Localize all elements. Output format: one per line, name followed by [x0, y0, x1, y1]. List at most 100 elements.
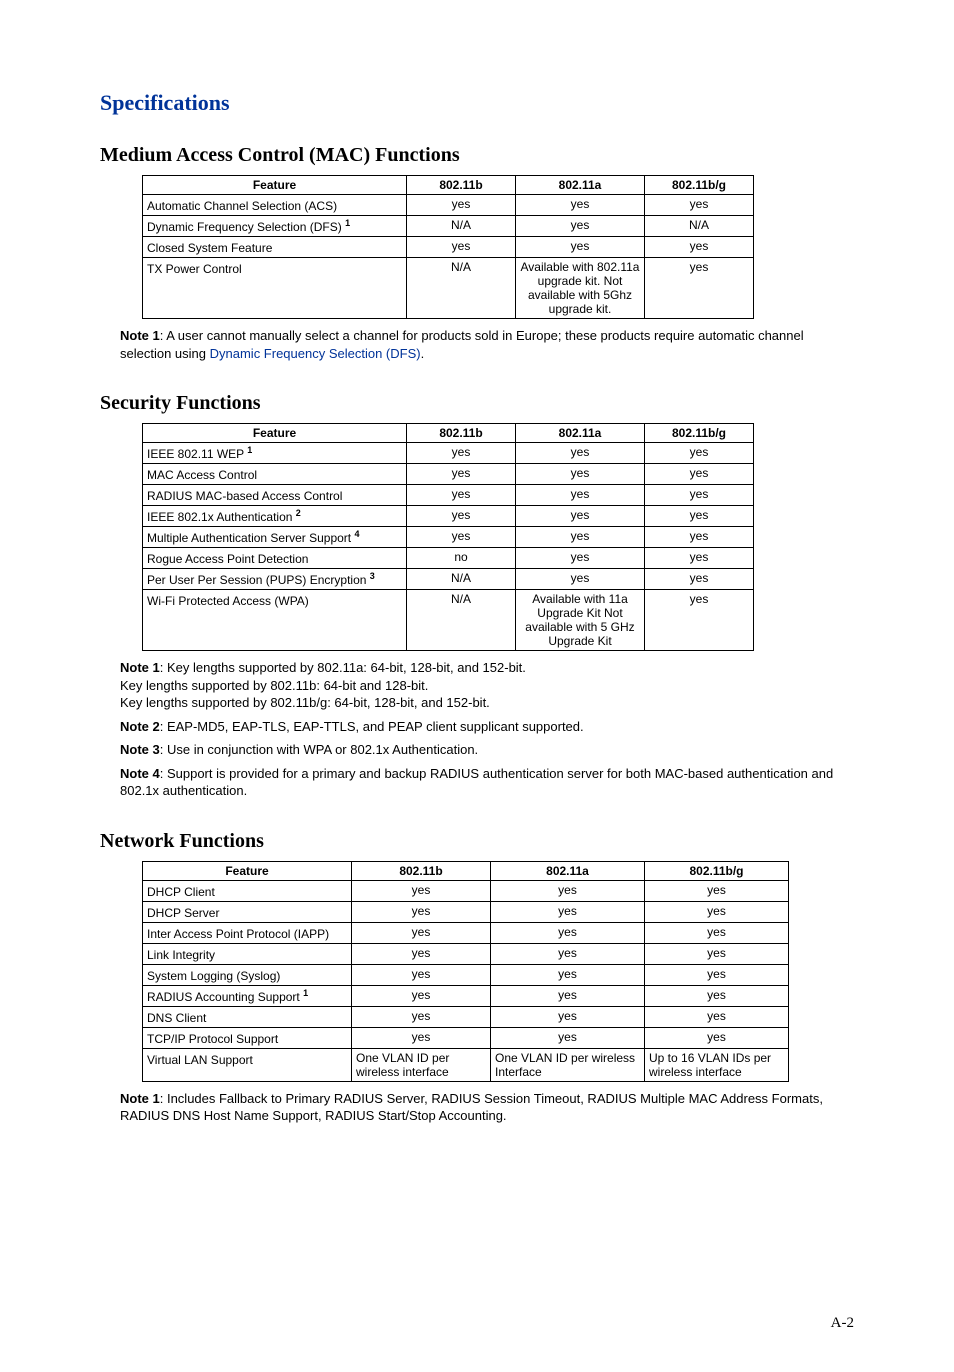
feature-text: Multiple Authentication Server Support — [147, 531, 354, 545]
cell: yes — [491, 943, 645, 964]
feature-text: RADIUS Accounting Support — [147, 990, 303, 1004]
cell: yes — [645, 943, 789, 964]
cell: yes — [516, 569, 645, 590]
cell: yes — [407, 506, 516, 527]
cell: yes — [407, 464, 516, 485]
feature-text: Automatic Channel Selection (ACS) — [147, 199, 337, 213]
table-header-row: Feature 802.11b 802.11a 802.11b/g — [143, 861, 789, 880]
page-number: A-2 — [100, 1315, 854, 1332]
table-row: Per User Per Session (PUPS) Encryption 3… — [143, 569, 754, 590]
note-4-security: Note 4: Support is provided for a primar… — [120, 765, 854, 800]
col-80211a: 802.11a — [491, 861, 645, 880]
cell: yes — [491, 922, 645, 943]
col-feature: Feature — [143, 424, 407, 443]
table-row: Wi-Fi Protected Access (WPA)N/AAvailable… — [143, 590, 754, 651]
note-text: : Key lengths supported by 802.11a: 64-b… — [160, 660, 526, 675]
cell: yes — [407, 237, 516, 258]
cell: N/A — [407, 590, 516, 651]
col-80211b: 802.11b — [407, 176, 516, 195]
cell: yes — [491, 901, 645, 922]
cell: yes — [645, 880, 789, 901]
note-1-network: Note 1: Includes Fallback to Primary RAD… — [120, 1090, 854, 1125]
col-feature: Feature — [143, 861, 352, 880]
feature-text: Per User Per Session (PUPS) Encryption — [147, 573, 370, 587]
feature-text: DNS Client — [147, 1011, 206, 1025]
table-row: DNS Clientyesyesyes — [143, 1006, 789, 1027]
feature-text: Virtual LAN Support — [147, 1053, 253, 1067]
cell: yes — [645, 506, 754, 527]
table-security-functions: Feature 802.11b 802.11a 802.11b/g IEEE 8… — [142, 423, 754, 651]
cell: yes — [645, 1006, 789, 1027]
cell: One VLAN ID per wireless interface — [352, 1048, 491, 1081]
col-80211bg: 802.11b/g — [645, 861, 789, 880]
cell: yes — [516, 464, 645, 485]
cell: yes — [645, 237, 754, 258]
feature-text: Inter Access Point Protocol (IAPP) — [147, 927, 329, 941]
cell: yes — [645, 548, 754, 569]
table-mac-functions: Feature 802.11b 802.11a 802.11b/g Automa… — [142, 175, 754, 319]
feature-text: IEEE 802.1x Authentication — [147, 510, 296, 524]
cell: yes — [645, 964, 789, 985]
table-row: Rogue Access Point Detectionnoyesyes — [143, 548, 754, 569]
table-row: System Logging (Syslog)yesyesyes — [143, 964, 789, 985]
note-text: : Use in conjunction with WPA or 802.1x … — [160, 742, 478, 757]
cell: yes — [407, 485, 516, 506]
note-label: Note 4 — [120, 766, 160, 781]
note-text: Key lengths supported by 802.11b: 64-bit… — [120, 678, 428, 693]
feature-text: DHCP Server — [147, 906, 219, 920]
cell: yes — [645, 985, 789, 1006]
table-row: Multiple Authentication Server Support 4… — [143, 527, 754, 548]
cell: yes — [516, 195, 645, 216]
col-80211b: 802.11b — [407, 424, 516, 443]
note-1-security: Note 1: Key lengths supported by 802.11a… — [120, 659, 854, 712]
note-label: Note 1 — [120, 660, 160, 675]
note-text: : Includes Fallback to Primary RADIUS Se… — [120, 1091, 823, 1124]
footnote-ref: 1 — [303, 988, 308, 998]
table-row: Dynamic Frequency Selection (DFS) 1 N/A … — [143, 216, 754, 237]
cell: yes — [352, 943, 491, 964]
cell: yes — [645, 464, 754, 485]
table-row: Automatic Channel Selection (ACS) yes ye… — [143, 195, 754, 216]
feature-text: MAC Access Control — [147, 468, 257, 482]
feature-text: Wi-Fi Protected Access (WPA) — [147, 594, 309, 608]
cell: yes — [645, 258, 754, 319]
cell: yes — [352, 922, 491, 943]
footnote-ref: 3 — [370, 571, 375, 581]
cell: N/A — [407, 216, 516, 237]
cell: yes — [491, 985, 645, 1006]
cell: yes — [516, 443, 645, 464]
cell: yes — [407, 527, 516, 548]
table-row: TX Power Control N/A Available with 802.… — [143, 258, 754, 319]
cell: yes — [516, 216, 645, 237]
cell: yes — [645, 1027, 789, 1048]
section-heading: Specifications — [100, 90, 854, 116]
cell: N/A — [407, 258, 516, 319]
table-row: DHCP Serveryesyesyes — [143, 901, 789, 922]
cell: yes — [516, 527, 645, 548]
note-1-mac: Note 1: A user cannot manually select a … — [120, 327, 854, 362]
cell: yes — [407, 443, 516, 464]
cell: yes — [491, 1006, 645, 1027]
cell: yes — [516, 485, 645, 506]
footnote-ref: 4 — [354, 529, 359, 539]
table-row: RADIUS Accounting Support 1yesyesyes — [143, 985, 789, 1006]
note-text: Key lengths supported by 802.11b/g: 64-b… — [120, 695, 490, 710]
note-text: : EAP-MD5, EAP-TLS, EAP-TTLS, and PEAP c… — [160, 719, 584, 734]
footnote-ref: 2 — [296, 508, 301, 518]
dfs-link[interactable]: Dynamic Frequency Selection (DFS) — [210, 346, 421, 361]
note-label: Note 1 — [120, 328, 160, 343]
feature-text: Dynamic Frequency Selection (DFS) — [147, 220, 345, 234]
table-row: MAC Access Controlyesyesyes — [143, 464, 754, 485]
footnote-ref: 1 — [247, 445, 252, 455]
note-text: : Support is provided for a primary and … — [120, 766, 833, 799]
cell: yes — [645, 443, 754, 464]
feature-text: RADIUS MAC-based Access Control — [147, 489, 342, 503]
table-row: Inter Access Point Protocol (IAPP) yesyes… — [143, 922, 789, 943]
note-label: Note 1 — [120, 1091, 160, 1106]
table-row: Link Integrityyesyesyes — [143, 943, 789, 964]
cell: yes — [645, 569, 754, 590]
feature-text: Link Integrity — [147, 948, 215, 962]
cell: yes — [352, 985, 491, 1006]
table-row: IEEE 802.1x Authentication 2yesyesyes — [143, 506, 754, 527]
col-80211b: 802.11b — [352, 861, 491, 880]
